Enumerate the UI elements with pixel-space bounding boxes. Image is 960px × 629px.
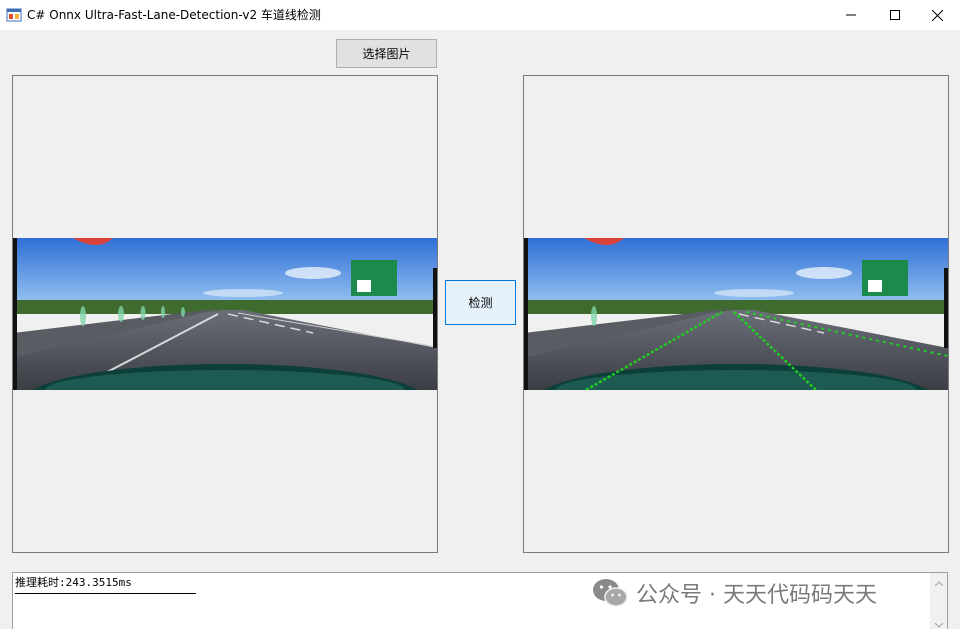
- app-icon: [6, 8, 22, 22]
- road-photo-with-lanes: [524, 238, 948, 390]
- app-window: C# Onnx Ultra-Fast-Lane-Detection-v2 车道线…: [0, 0, 960, 629]
- minimize-button[interactable]: [828, 0, 874, 30]
- scroll-up-icon[interactable]: [930, 575, 947, 592]
- maximize-icon: [890, 10, 900, 20]
- select-image-button[interactable]: 选择图片: [336, 39, 437, 68]
- output-image-box: [523, 75, 949, 553]
- text-underline: [15, 593, 196, 594]
- inference-time-text: 推理耗时:243.3515ms: [15, 576, 132, 589]
- window-title: C# Onnx Ultra-Fast-Lane-Detection-v2 车道线…: [27, 8, 321, 22]
- watermark: 公众号 · 天天代码码天天: [592, 577, 877, 609]
- detect-button[interactable]: 检测: [445, 280, 516, 325]
- vertical-scrollbar[interactable]: [930, 573, 947, 629]
- watermark-text: 公众号 · 天天代码码天天: [636, 583, 877, 608]
- title-bar[interactable]: C# Onnx Ultra-Fast-Lane-Detection-v2 车道线…: [0, 0, 960, 30]
- input-image-box: [12, 75, 438, 553]
- close-button[interactable]: [914, 0, 960, 30]
- wechat-icon: [593, 579, 628, 607]
- minimize-icon: [846, 14, 856, 16]
- road-photo: [13, 238, 437, 390]
- scroll-down-icon[interactable]: [930, 617, 947, 629]
- maximize-button[interactable]: [872, 0, 918, 30]
- close-icon: [931, 9, 943, 21]
